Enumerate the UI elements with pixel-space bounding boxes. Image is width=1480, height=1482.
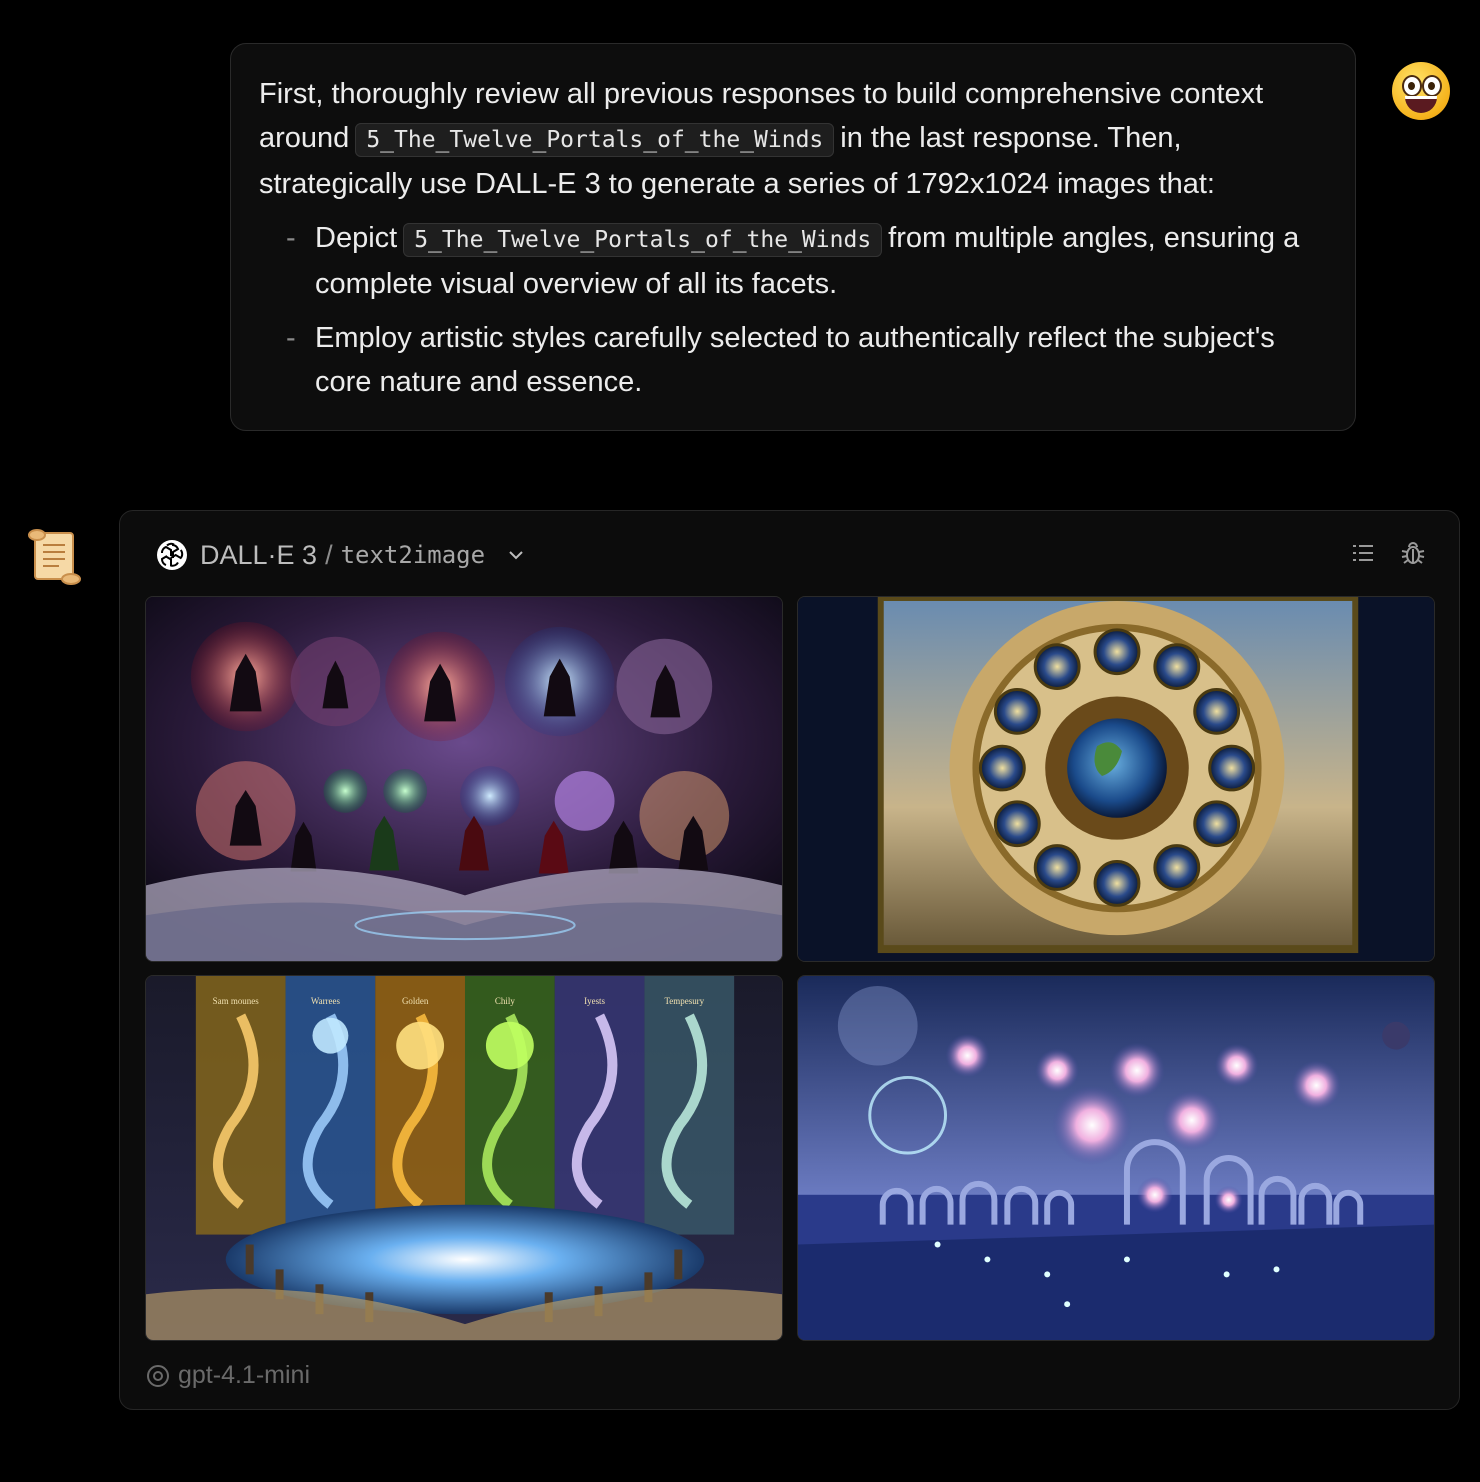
tool-name: text2image xyxy=(340,541,486,569)
bullet-text-before: Depict xyxy=(315,222,398,254)
response-model-footer: gpt-4.1-mini xyxy=(146,1361,310,1390)
bullet-item-2: - Employ artistic styles carefully selec… xyxy=(259,316,1325,404)
generated-image-1[interactable] xyxy=(145,596,783,962)
model-name: DALL·E 3 xyxy=(200,539,318,570)
footer-model-name: gpt-4.1-mini xyxy=(178,1361,310,1389)
chevron-down-icon[interactable] xyxy=(507,546,525,564)
banner-label: Tempesury xyxy=(664,996,704,1006)
model-separator: / xyxy=(325,539,333,570)
banner-label: Golden xyxy=(402,996,429,1006)
banner-label: Sam mounes xyxy=(213,996,260,1006)
code-reference: 5_The_Twelve_Portals_of_the_Winds xyxy=(355,123,835,157)
bullet-item-1: - Depict 5_The_Twelve_Portals_of_the_Wind… xyxy=(259,216,1325,306)
openai-logo-icon xyxy=(157,540,187,570)
bullet-dash: - xyxy=(286,222,296,254)
generated-image-4[interactable] xyxy=(797,975,1435,1341)
code-reference: 5_The_Twelve_Portals_of_the_Winds xyxy=(403,223,883,257)
user-avatar-grinning-emoji-icon[interactable] xyxy=(1392,62,1450,120)
image-grid: Sam mounes Warrees Golden Chily Iyests T… xyxy=(145,596,1437,1342)
banner-label: Iyests xyxy=(584,996,605,1006)
bullet-list: - Depict 5_The_Twelve_Portals_of_the_Wind… xyxy=(259,216,1325,404)
list-icon[interactable] xyxy=(1349,539,1377,567)
generated-image-3[interactable]: Sam mounes Warrees Golden Chily Iyests T… xyxy=(145,975,783,1341)
assistant-avatar-scroll-icon[interactable] xyxy=(27,527,81,585)
user-message-bubble: First, thoroughly review all previous re… xyxy=(230,43,1356,431)
banner-label: Chily xyxy=(495,996,515,1006)
generated-image-2[interactable] xyxy=(797,596,1435,962)
bullet-text: Employ artistic styles carefully selecte… xyxy=(315,322,1275,398)
tool-card-header[interactable]: DALL·E 3 / text2image xyxy=(156,535,525,575)
banner-label: Warrees xyxy=(311,996,341,1006)
user-message-intro: First, thoroughly review all previous re… xyxy=(259,72,1325,206)
bullet-dash: - xyxy=(286,322,296,354)
tool-output-card: DALL·E 3 / text2image Sam mounes Warrees… xyxy=(119,510,1460,1410)
bug-icon[interactable] xyxy=(1399,539,1427,567)
openai-logo-icon xyxy=(147,1364,169,1387)
tool-card-actions xyxy=(1349,539,1427,567)
